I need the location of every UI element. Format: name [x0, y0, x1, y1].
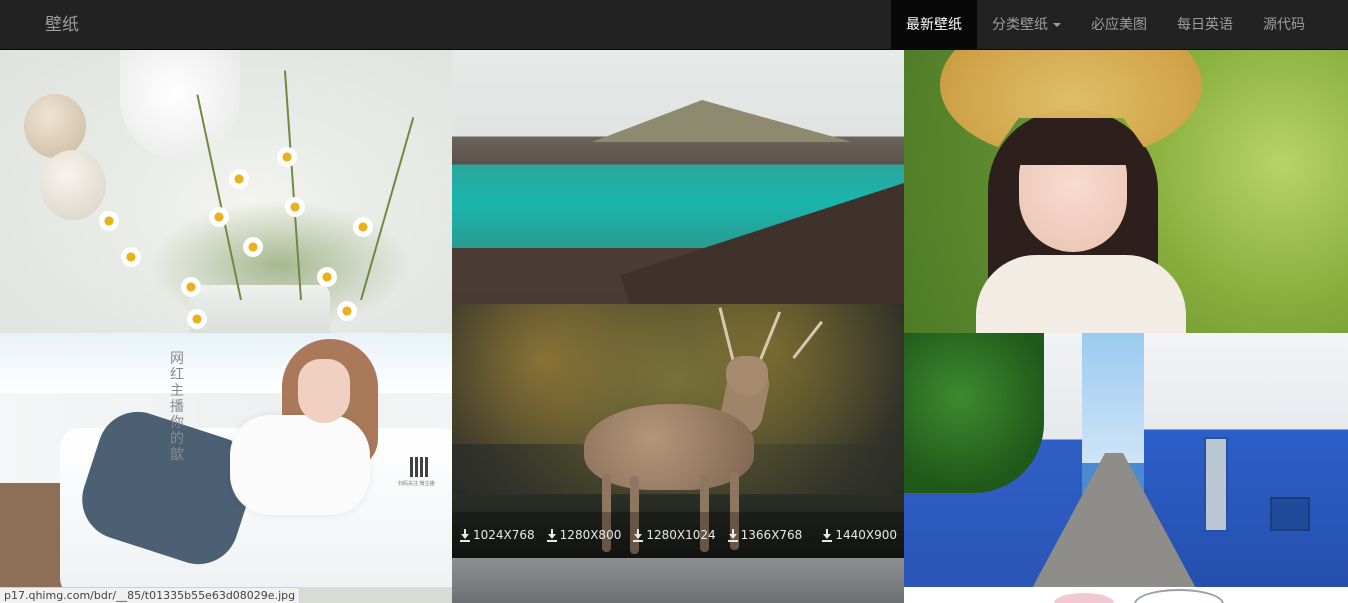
daisy-flower — [180, 276, 202, 298]
download-link-1440x900[interactable]: 1440X900 — [822, 528, 897, 542]
caret-down-icon — [1053, 23, 1061, 27]
deer-head — [726, 356, 768, 396]
door-shape — [1204, 437, 1228, 532]
daisy-flower — [228, 168, 250, 190]
decor-shape — [1134, 589, 1224, 603]
face-shape — [298, 359, 350, 423]
daisy-flower — [98, 210, 120, 232]
download-icon — [460, 528, 470, 542]
daisy-flower — [242, 236, 264, 258]
nav-item-daily-english[interactable]: 每日英语 — [1162, 0, 1248, 50]
nav-item-category-wallpapers[interactable]: 分类壁纸 — [977, 0, 1076, 50]
watermark-vertical-text: 网红主播 你的歆 — [170, 351, 184, 463]
shirt-shape — [230, 415, 370, 515]
nav-item-source-code[interactable]: 源代码 — [1248, 0, 1320, 50]
wallpaper-tile-partial[interactable] — [904, 587, 1348, 603]
wallpaper-tile-partial[interactable] — [452, 558, 904, 603]
tree-foliage — [904, 333, 1044, 493]
egg-shape — [24, 94, 86, 158]
teapot-shape — [120, 50, 240, 160]
daisy-flower — [276, 146, 298, 168]
resolution-label: 1024X768 — [473, 528, 535, 542]
resolution-label: 1440X900 — [835, 528, 897, 542]
dress-shape — [976, 255, 1186, 333]
resolution-label: 1366X768 — [740, 528, 803, 542]
egg-shape — [40, 150, 106, 220]
resolution-label: 1280X1024 — [646, 528, 716, 542]
download-link-1024x768[interactable]: 1024X768 — [460, 528, 535, 542]
download-icon — [822, 528, 833, 542]
wallpaper-tile-daisies[interactable] — [0, 50, 452, 333]
nav-item-latest-wallpapers[interactable]: 最新壁纸 — [891, 0, 977, 50]
resolution-list: 1024X768 1280X800 1280X1024 1366X768 144… — [460, 528, 897, 542]
mountain-peak — [592, 100, 852, 142]
daisy-flower — [120, 246, 142, 268]
daisy-flower — [284, 196, 306, 218]
download-link-1366x768[interactable]: 1366X768 — [727, 528, 803, 542]
download-overlay: 1024X768 1280X800 1280X1024 1366X768 144… — [452, 512, 904, 558]
wallpaper-tile-blue-alley[interactable] — [904, 333, 1348, 587]
wall-vent — [1270, 497, 1310, 531]
daisy-flower — [186, 308, 208, 330]
download-icon — [546, 528, 557, 542]
rocky-slope — [620, 151, 904, 304]
wallpaper-tile-crater-lake[interactable] — [452, 50, 904, 304]
download-link-1280x1024[interactable]: 1280X1024 — [633, 528, 716, 542]
resolution-label: 1280X800 — [559, 528, 622, 542]
download-link-1280x800[interactable]: 1280X800 — [546, 528, 622, 542]
qr-code-icon — [410, 457, 430, 477]
brand-link[interactable]: 壁纸 — [45, 0, 79, 50]
wallpaper-tile-girl-straw-hat[interactable] — [904, 50, 1348, 333]
daisy-flower — [208, 206, 230, 228]
daisy-flower — [336, 300, 358, 322]
download-icon — [633, 528, 644, 542]
decor-shape — [1054, 593, 1114, 603]
top-navbar: 壁纸 最新壁纸 分类壁纸 必应美图 每日英语 源代码 — [0, 0, 1348, 50]
nav-item-category-label: 分类壁纸 — [992, 17, 1048, 33]
nav-item-bing-images[interactable]: 必应美图 — [1076, 0, 1162, 50]
wallpaper-tile-deer[interactable]: 1024X768 1280X800 1280X1024 1366X768 144… — [452, 304, 904, 558]
nav-menu: 最新壁纸 分类壁纸 必应美图 每日英语 源代码 — [891, 0, 1320, 50]
browser-status-url: p17.qhimg.com/bdr/__85/t01335b55e63d0802… — [0, 587, 301, 603]
download-icon — [727, 528, 738, 542]
wallpaper-tile-model-bed[interactable]: 网红主播 你的歆 扫码关注 微主播 — [0, 333, 452, 587]
daisy-flower — [316, 266, 338, 288]
qr-caption: 扫码关注 微主播 — [398, 481, 435, 487]
bangs-shape — [1014, 120, 1134, 165]
vase-shape — [190, 285, 330, 333]
daisy-flower — [352, 216, 374, 238]
window-light — [0, 333, 452, 393]
